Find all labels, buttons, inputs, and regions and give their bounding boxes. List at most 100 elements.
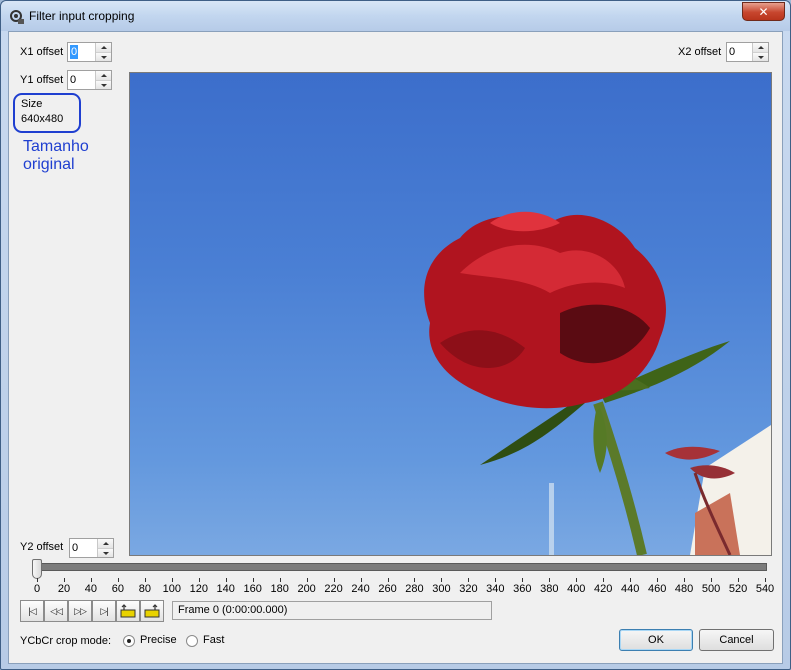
tick-label: 240 <box>351 583 370 595</box>
y1-offset-value[interactable]: 0 <box>70 73 76 87</box>
tick-label: 40 <box>84 583 98 595</box>
rose-preview-image <box>424 211 771 555</box>
x1-down-arrow-icon[interactable] <box>96 52 111 61</box>
tick-mark <box>306 578 308 582</box>
video-preview[interactable] <box>129 72 772 556</box>
size-label: Size <box>21 98 43 110</box>
y1-offset-label: Y1 offset <box>20 74 64 86</box>
precise-radio-label[interactable]: Precise <box>140 634 177 646</box>
title-bar[interactable]: Filter input cropping ✕ <box>1 1 790 31</box>
tick-mark <box>171 578 173 582</box>
fast-radio[interactable] <box>186 635 198 647</box>
go-end-icon: ▷| <box>100 605 108 616</box>
tick-label: 0 <box>33 583 41 595</box>
dialog-window: Filter input cropping ✕ X1 offset 0 Y1 o… <box>0 0 791 670</box>
tick-mark <box>279 578 281 582</box>
tick-mark <box>225 578 227 582</box>
tick-label: 400 <box>567 583 586 595</box>
y2-up-arrow-icon[interactable] <box>98 539 113 548</box>
x1-up-arrow-icon[interactable] <box>96 43 111 52</box>
y2-offset-value[interactable]: 0 <box>72 541 78 555</box>
annotation-line-1: Tamanho <box>23 138 89 155</box>
tick-label: 540 <box>755 583 775 595</box>
step-forward-button[interactable]: ▷▷ <box>68 600 92 622</box>
keyframe-next-button[interactable] <box>140 600 164 622</box>
close-button[interactable]: ✕ <box>742 2 785 21</box>
tick-label: 520 <box>728 583 748 595</box>
tick-mark <box>90 578 92 582</box>
dialog-client-area: X1 offset 0 Y1 offset 0 X2 offset 0 Size… <box>8 31 783 664</box>
tick-mark <box>603 578 605 582</box>
fast-radio-label[interactable]: Fast <box>203 634 224 646</box>
tick-mark <box>144 578 146 582</box>
cancel-button-label: Cancel <box>719 634 754 646</box>
tick-mark <box>198 578 200 582</box>
timeline-slider-track[interactable] <box>37 563 767 571</box>
step-forward-icon: ▷▷ <box>74 605 87 616</box>
tick-mark <box>495 578 497 582</box>
tick-mark <box>252 578 254 582</box>
keyframe-prev-button[interactable] <box>116 600 140 622</box>
tick-label: 360 <box>513 583 532 595</box>
key-next-icon <box>144 604 160 618</box>
tick-label: 440 <box>620 583 640 595</box>
window-title: Filter input cropping <box>29 9 135 23</box>
tick-mark <box>684 578 686 582</box>
tick-mark <box>63 578 65 582</box>
y2-offset-spinner[interactable]: 0 <box>69 538 114 558</box>
tick-label: 300 <box>432 583 451 595</box>
precise-radio[interactable] <box>123 635 135 647</box>
tick-label: 380 <box>540 583 559 595</box>
x2-offset-label: X2 offset <box>678 46 722 58</box>
tick-mark <box>765 578 766 582</box>
go-start-button[interactable]: |◁ <box>20 600 44 622</box>
go-end-button[interactable]: ▷| <box>92 600 116 622</box>
tick-label: 80 <box>138 583 151 595</box>
step-back-button[interactable]: ◁◁ <box>44 600 68 622</box>
frame-status-text: Frame 0 (0:00:00.000) <box>178 604 288 616</box>
y1-offset-spinner[interactable]: 0 <box>67 70 112 90</box>
y1-up-arrow-icon[interactable] <box>96 71 111 80</box>
size-highlight-box: Size 640x480 <box>13 93 81 133</box>
tick-mark <box>657 578 659 582</box>
ok-button-label: OK <box>648 634 664 646</box>
tick-label: 260 <box>378 583 397 595</box>
filter-gear-icon <box>10 10 24 24</box>
x1-offset-spinner[interactable]: 0 <box>67 42 112 62</box>
tick-mark <box>630 578 632 582</box>
tick-label: 160 <box>243 583 262 595</box>
tick-mark <box>711 578 713 582</box>
tick-mark <box>414 578 416 582</box>
key-prev-icon <box>120 604 136 618</box>
tick-mark <box>468 578 470 582</box>
cancel-button[interactable]: Cancel <box>699 629 774 651</box>
tick-mark <box>117 578 119 582</box>
timeline-slider-thumb[interactable] <box>32 559 42 579</box>
tick-label: 220 <box>324 583 343 595</box>
tick-label: 180 <box>270 583 289 595</box>
tick-label: 100 <box>162 583 181 595</box>
tick-mark <box>576 578 578 582</box>
go-start-icon: |◁ <box>28 605 36 616</box>
tick-label: 20 <box>57 583 71 595</box>
tick-mark <box>549 578 551 582</box>
x1-offset-value[interactable]: 0 <box>70 45 79 59</box>
y2-offset-label: Y2 offset <box>20 541 64 553</box>
x2-up-arrow-icon[interactable] <box>753 43 768 52</box>
tick-label: 500 <box>701 583 721 595</box>
tick-label: 320 <box>459 583 478 595</box>
tick-mark <box>37 578 38 582</box>
y1-down-arrow-icon[interactable] <box>96 80 111 89</box>
tick-label: 280 <box>405 583 424 595</box>
x2-down-arrow-icon[interactable] <box>753 52 768 61</box>
ok-button[interactable]: OK <box>619 629 693 651</box>
x2-offset-value[interactable]: 0 <box>729 45 735 59</box>
x2-offset-spinner[interactable]: 0 <box>726 42 769 62</box>
tick-mark <box>441 578 443 582</box>
y2-down-arrow-icon[interactable] <box>98 548 113 557</box>
timeline-ticks: 0 20 40 60 80 100 120 140 160 180 200 220 240 260 280 3… <box>9 578 784 598</box>
crop-mode-label: YCbCr crop mode: <box>20 635 112 647</box>
annotation-text: Tamanho original <box>23 138 89 174</box>
x1-offset-label: X1 offset <box>20 46 64 58</box>
tick-mark <box>387 578 389 582</box>
